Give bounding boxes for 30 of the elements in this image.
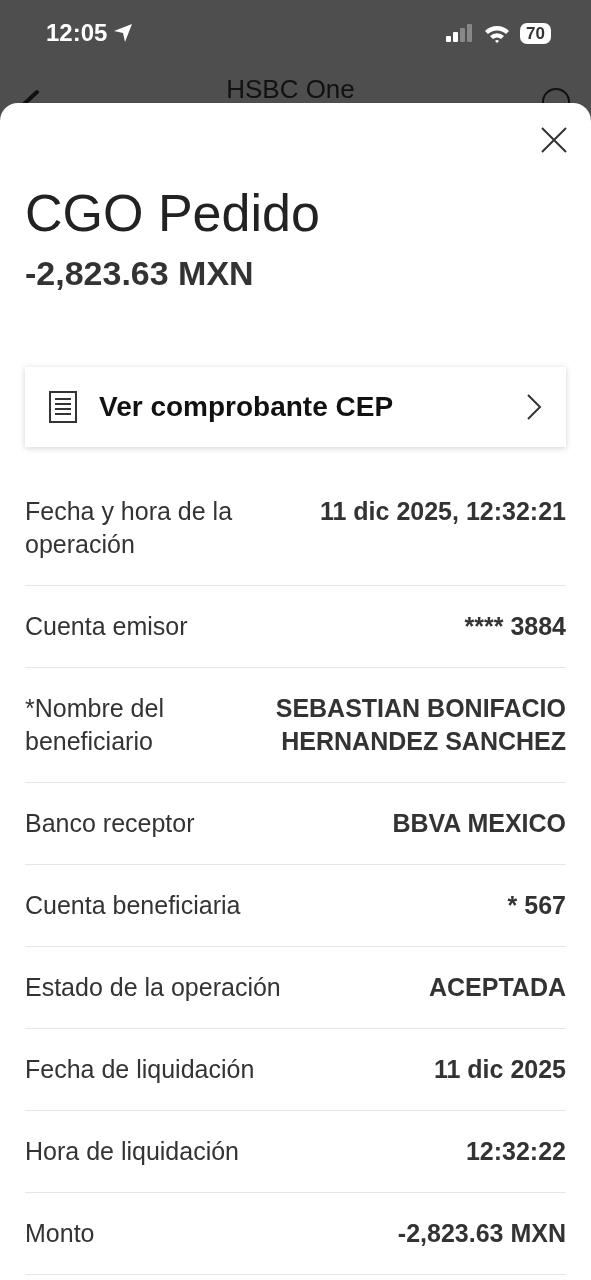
wifi-icon <box>484 23 511 43</box>
detail-label: *Nombre del beneficiario <box>25 693 165 757</box>
battery-icon: 70 <box>520 22 551 44</box>
detail-value: * 567 <box>507 890 566 921</box>
transaction-title: CGO Pedido <box>25 183 321 243</box>
location-icon <box>113 23 134 43</box>
chevron-right-icon <box>526 393 542 421</box>
clock-time: 12:05 <box>46 19 108 47</box>
detail-label: Monto <box>25 1218 96 1249</box>
detail-label: Cuenta emisor <box>25 611 189 642</box>
detail-label: Estado de la operación <box>25 972 282 1003</box>
app-title: HSBC One <box>226 75 355 103</box>
detail-label: Fecha de liquidación <box>25 1054 256 1085</box>
receipt-button[interactable]: Ver comprobante CEP <box>25 367 566 447</box>
detail-value: 11 dic 2025, 12:32:21 <box>319 496 566 527</box>
detail-value: 12:32:22 <box>465 1136 566 1167</box>
detail-value: 11 dic 2025 <box>433 1054 566 1085</box>
detail-value: **** 3884 <box>464 611 566 642</box>
transaction-amount: -2,823.63 MXN <box>25 253 255 293</box>
detail-value: BBVA MEXICO <box>392 808 566 839</box>
signal-icon <box>446 24 475 42</box>
detail-value: ACEPTADA <box>428 972 566 1003</box>
detail-label: Cuenta beneficiaria <box>25 890 242 921</box>
detail-value: -2,823.63 MXN <box>397 1218 566 1249</box>
document-icon <box>49 391 77 423</box>
detail-label: Banco receptor <box>25 808 196 839</box>
close-icon[interactable] <box>541 127 567 153</box>
detail-label: Fecha y hora de la operación <box>25 496 234 560</box>
detail-label: Hora de liquidación <box>25 1136 241 1167</box>
detail-value: SEBASTIAN BONIFACIO HERNANDEZ SANCHEZ <box>274 693 566 757</box>
